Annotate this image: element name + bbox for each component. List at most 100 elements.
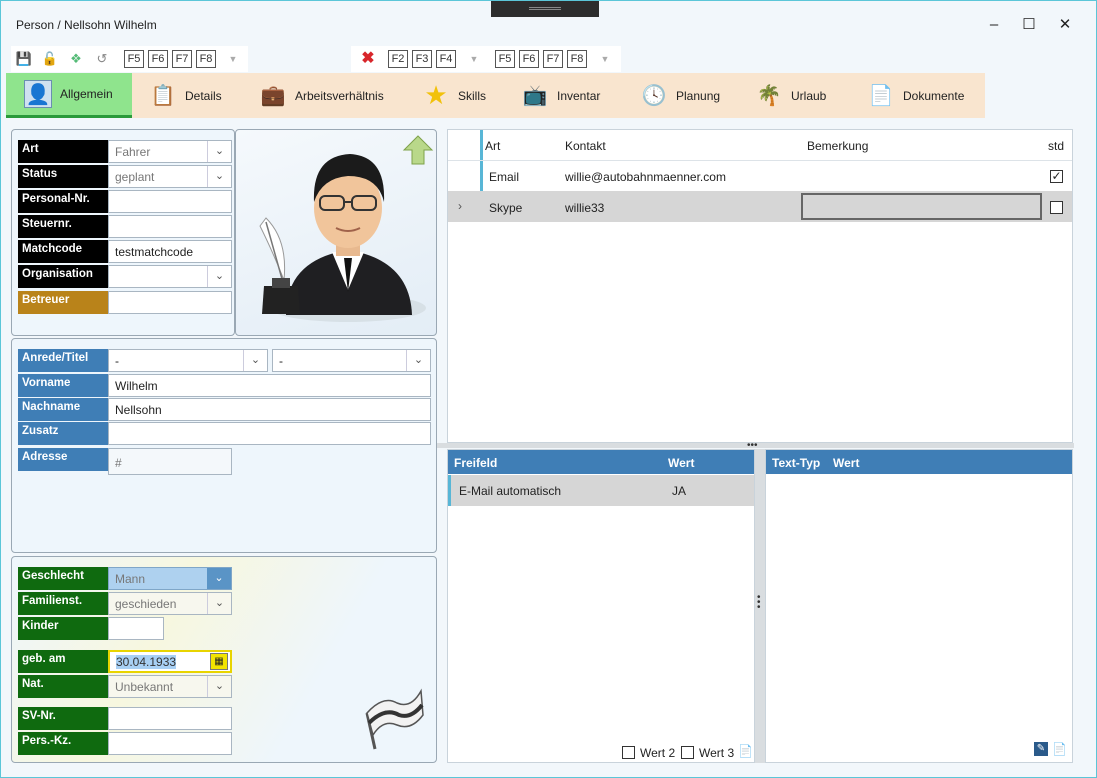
texttyp-header: Text-Typ Wert bbox=[766, 450, 1072, 474]
f2-button[interactable]: F2 bbox=[388, 50, 408, 68]
sv-nr-label: SV-Nr. bbox=[18, 707, 108, 730]
familienstand-select[interactable]: geschieden ⌄ bbox=[108, 592, 232, 615]
nat-label: Nat. bbox=[18, 675, 108, 698]
horizontal-splitter[interactable]: ••• bbox=[437, 440, 1074, 451]
chevron-down-icon: ⌄ bbox=[207, 593, 231, 614]
wert2-checkbox[interactable] bbox=[622, 746, 635, 759]
tab-label: Inventar bbox=[557, 88, 601, 103]
adresse-field[interactable]: # bbox=[108, 448, 232, 475]
f6-button[interactable]: F6 bbox=[148, 50, 168, 68]
tab-details[interactable]: 📋 Details bbox=[149, 73, 249, 118]
f4-button[interactable]: F4 bbox=[436, 50, 456, 68]
f7-button-2[interactable]: F7 bbox=[543, 50, 563, 68]
col-wert[interactable]: Wert bbox=[668, 456, 694, 470]
nachname-input[interactable]: Nellsohn bbox=[108, 398, 431, 421]
steuernr-input[interactable] bbox=[108, 215, 232, 238]
f8-button[interactable]: F8 bbox=[196, 50, 216, 68]
tab-arbeitsverhaeltnis[interactable]: 💼 Arbeitsverhältnis bbox=[259, 73, 409, 118]
toolbar-group-1: 💾 🔓 ❖ ↺ F5 F6 F7 F8 ▼ bbox=[11, 46, 248, 72]
notes-icon[interactable]: 📄 bbox=[738, 744, 753, 758]
geb-am-label: geb. am bbox=[18, 650, 108, 673]
tool-icon[interactable]: ❖ bbox=[67, 50, 85, 68]
col-kontakt[interactable]: Kontakt bbox=[565, 139, 606, 153]
toolbar-dropdown-2[interactable]: ▼ bbox=[465, 50, 483, 68]
refresh-icon[interactable]: ↺ bbox=[93, 50, 111, 68]
toolbar-dropdown-3[interactable]: ▼ bbox=[596, 50, 614, 68]
anrede-select[interactable]: - ⌄ bbox=[108, 349, 268, 372]
device-icon: 📺 bbox=[522, 85, 548, 107]
nat-value: Unbekannt bbox=[115, 680, 174, 694]
geb-am-input[interactable]: 30.04.1933 ▦ bbox=[108, 650, 232, 673]
tab-dokumente[interactable]: 📄 Dokumente bbox=[867, 73, 982, 118]
std-checkbox-checked[interactable]: ✓ bbox=[1050, 170, 1063, 183]
toolbar-dropdown-1[interactable]: ▼ bbox=[224, 50, 242, 68]
f6-button-2[interactable]: F6 bbox=[519, 50, 539, 68]
pers-kz-input[interactable] bbox=[108, 732, 232, 755]
f7-button[interactable]: F7 bbox=[172, 50, 192, 68]
col-art[interactable]: Art bbox=[485, 139, 500, 153]
art-select[interactable]: Fahrer ⌄ bbox=[108, 140, 232, 163]
minimize-button[interactable]: – bbox=[981, 13, 1007, 37]
titel-select[interactable]: - ⌄ bbox=[272, 349, 431, 372]
betreuer-input[interactable] bbox=[108, 291, 232, 314]
maximize-button[interactable]: ☐ bbox=[1016, 13, 1042, 37]
col-text-typ[interactable]: Text-Typ bbox=[772, 456, 820, 470]
flag-icon[interactable] bbox=[359, 685, 429, 755]
star-icon: ★ bbox=[424, 80, 448, 110]
geschlecht-select[interactable]: Mann ⌄ bbox=[108, 567, 232, 590]
organisation-label: Organisation bbox=[18, 265, 108, 288]
bemerkung-input[interactable] bbox=[801, 193, 1042, 220]
std-checkbox[interactable] bbox=[1050, 201, 1063, 214]
art-label: Art bbox=[18, 140, 108, 163]
close-button[interactable]: ✕ bbox=[1052, 13, 1078, 37]
tab-planung[interactable]: 🕓 Planung bbox=[640, 73, 750, 118]
organisation-select[interactable]: ⌄ bbox=[108, 265, 232, 288]
person-icon: 👤 bbox=[24, 80, 52, 108]
vertical-splitter[interactable]: • • • bbox=[755, 449, 765, 763]
table-row[interactable]: Email willie@autobahnmaenner.com ✓ bbox=[448, 161, 1072, 191]
kinder-input[interactable] bbox=[108, 617, 164, 640]
table-row[interactable]: E-Mail automatisch JA bbox=[448, 475, 754, 506]
delete-icon[interactable]: ✖ bbox=[359, 50, 377, 68]
nat-select[interactable]: Unbekannt ⌄ bbox=[108, 675, 232, 698]
col-freifeld[interactable]: Freifeld bbox=[454, 456, 497, 470]
tab-label: Arbeitsverhältnis bbox=[295, 88, 384, 103]
vorname-input[interactable]: Wilhelm bbox=[108, 374, 431, 397]
wert3-checkbox[interactable] bbox=[681, 746, 694, 759]
adresse-label: Adresse bbox=[18, 448, 108, 471]
status-select[interactable]: geplant ⌄ bbox=[108, 165, 232, 188]
tab-skills[interactable]: ★ Skills bbox=[422, 73, 512, 118]
matchcode-input[interactable]: testmatchcode bbox=[108, 240, 232, 263]
nachname-label: Nachname bbox=[18, 398, 108, 421]
unlock-icon[interactable]: 🔓 bbox=[41, 50, 59, 68]
tab-label: Urlaub bbox=[791, 88, 827, 103]
geschlecht-value: Mann bbox=[115, 572, 146, 586]
avatar[interactable] bbox=[236, 130, 436, 335]
col-text-wert[interactable]: Wert bbox=[833, 456, 859, 470]
f8-button-2[interactable]: F8 bbox=[567, 50, 587, 68]
f3-button[interactable]: F3 bbox=[412, 50, 432, 68]
freifeld-wert: JA bbox=[672, 484, 687, 498]
row-selector-icon: › bbox=[458, 199, 462, 213]
tab-urlaub[interactable]: 🌴 Urlaub bbox=[755, 73, 855, 118]
zusatz-input[interactable] bbox=[108, 422, 431, 445]
personal-nr-input[interactable] bbox=[108, 190, 232, 213]
col-std[interactable]: std bbox=[1048, 139, 1064, 153]
col-bemerkung[interactable]: Bemerkung bbox=[807, 139, 868, 153]
freifeld-grid: Freifeld Wert E-Mail automatisch JA Wert… bbox=[447, 449, 755, 763]
calendar-icon[interactable]: ▦ bbox=[210, 653, 228, 670]
chevron-down-icon: ⌄ bbox=[207, 676, 231, 697]
betreuer-label: Betreuer bbox=[18, 291, 108, 314]
tab-inventar[interactable]: 📺 Inventar bbox=[521, 73, 631, 118]
sv-nr-input[interactable] bbox=[108, 707, 232, 730]
window-grip[interactable] bbox=[491, 1, 599, 17]
table-row[interactable]: › Skype willie33 bbox=[448, 191, 1072, 222]
edit-icon[interactable]: ✎ bbox=[1034, 742, 1048, 756]
notes-icon[interactable]: 📄 bbox=[1052, 742, 1067, 756]
tab-allgemein[interactable]: 👤 Allgemein bbox=[6, 73, 132, 118]
save-icon[interactable]: 💾 bbox=[15, 50, 33, 68]
vorname-label: Vorname bbox=[18, 374, 108, 397]
f5-button[interactable]: F5 bbox=[124, 50, 144, 68]
f5-button-2[interactable]: F5 bbox=[495, 50, 515, 68]
familienstand-label: Familienst. bbox=[18, 592, 108, 615]
